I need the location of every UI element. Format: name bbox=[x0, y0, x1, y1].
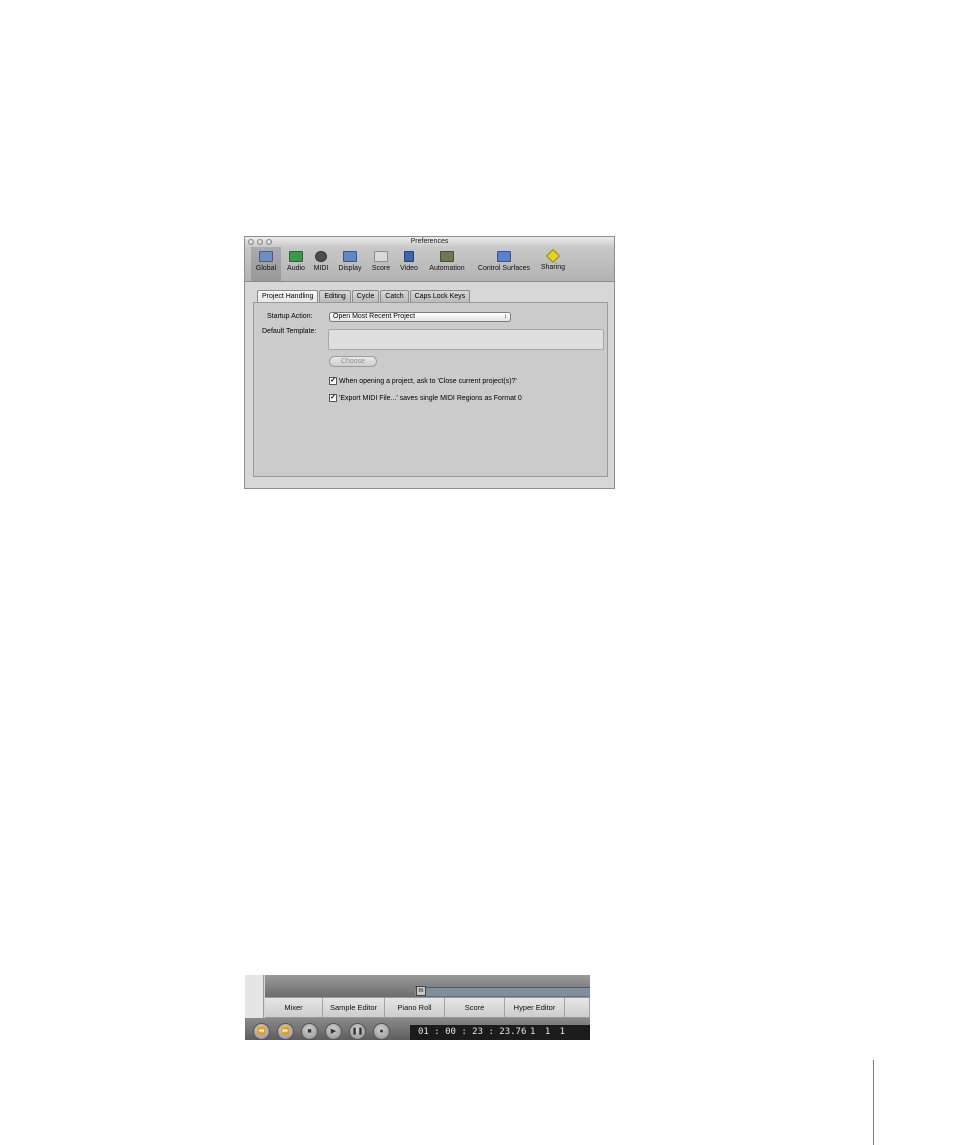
toolbar-label: Automation bbox=[429, 265, 465, 272]
close-current-project-label: When opening a project, ask to 'Close cu… bbox=[339, 377, 517, 385]
tab-editing[interactable]: Editing bbox=[319, 290, 351, 302]
toolbar-midi[interactable]: MIDI bbox=[311, 247, 331, 281]
default-template-field[interactable] bbox=[328, 329, 604, 350]
project-handling-panel: Startup Action: Open Most Recent Project… bbox=[253, 302, 608, 477]
audio-icon bbox=[289, 251, 303, 262]
toolbar-label: Control Surfaces bbox=[477, 265, 531, 272]
hyper-editor-button[interactable]: Hyper Editor bbox=[505, 998, 565, 1017]
window-title: Preferences bbox=[410, 238, 449, 245]
preferences-tabs: Project Handling Editing Cycle Catch Cap… bbox=[257, 290, 471, 302]
toolbar-automation[interactable]: Automation bbox=[425, 247, 469, 281]
left-edge bbox=[245, 975, 264, 1020]
tab-cycle[interactable]: Cycle bbox=[351, 290, 380, 302]
editor-buttons: Mixer Sample Editor Piano Roll Score Hyp… bbox=[265, 997, 590, 1018]
midi-icon bbox=[315, 251, 327, 262]
toolbar-label: Score bbox=[371, 265, 391, 272]
playhead-marker[interactable]: m bbox=[416, 986, 426, 996]
lcd-display: 01 : 00 : 23 : 23.76 1 1 1 bbox=[410, 1025, 590, 1040]
startup-action-popup[interactable]: Open Most Recent Project ↕ bbox=[329, 312, 511, 322]
toolbar-label: Video bbox=[400, 265, 418, 272]
toolbar-display[interactable]: Display bbox=[335, 247, 365, 281]
export-midi-label: 'Export MIDI File...' saves single MIDI … bbox=[339, 394, 522, 402]
rewind-button[interactable]: ⏪ bbox=[253, 1023, 270, 1040]
editor-spacer bbox=[565, 998, 590, 1017]
toolbar-sharing[interactable]: Sharing bbox=[537, 247, 569, 281]
tab-catch[interactable]: Catch bbox=[380, 290, 409, 302]
toolbar-label: Audio bbox=[287, 265, 305, 272]
global-icon bbox=[259, 251, 273, 262]
transport-controls: ⏪ ⏩ ■ ▶ ❚❚ ● 01 : 00 : 23 : 23.76 1 1 1 bbox=[245, 1018, 590, 1040]
toolbar-label: MIDI bbox=[313, 265, 329, 272]
play-button[interactable]: ▶ bbox=[325, 1023, 342, 1040]
toolbar-label: Display bbox=[338, 265, 362, 272]
piano-roll-button[interactable]: Piano Roll bbox=[385, 998, 445, 1017]
startup-action-label: Startup Action: bbox=[267, 313, 313, 320]
score-button[interactable]: Score bbox=[445, 998, 505, 1017]
startup-action-value: Open Most Recent Project bbox=[333, 313, 416, 320]
toolbar-label: Global bbox=[255, 265, 277, 272]
smpte-time-display: 01 : 00 : 23 : 23.76 bbox=[418, 1027, 527, 1037]
preferences-window: Preferences Global Audio MIDI Display Sc… bbox=[244, 236, 615, 489]
toolbar-score[interactable]: Score bbox=[369, 247, 393, 281]
sharing-icon bbox=[545, 248, 561, 264]
preferences-toolbar: Global Audio MIDI Display Score Video Au… bbox=[245, 247, 614, 282]
control-surfaces-icon bbox=[497, 251, 511, 262]
toolbar-audio[interactable]: Audio bbox=[283, 247, 309, 281]
toolbar-control-surfaces[interactable]: Control Surfaces bbox=[473, 247, 535, 281]
default-template-label: Default Template: bbox=[262, 328, 317, 335]
video-icon bbox=[404, 251, 414, 262]
tab-caps-lock-keys[interactable]: Caps Lock Keys bbox=[409, 290, 471, 302]
automation-icon bbox=[440, 251, 454, 262]
pause-button[interactable]: ❚❚ bbox=[349, 1023, 366, 1040]
tab-project-handling[interactable]: Project Handling bbox=[257, 290, 319, 302]
arrange-area: m bbox=[265, 975, 590, 997]
export-midi-option[interactable]: ✓ 'Export MIDI File...' saves single MID… bbox=[329, 394, 522, 402]
popup-arrows-icon: ↕ bbox=[504, 314, 507, 320]
transport-bar-screenshot: m Mixer Sample Editor Piano Roll Score H… bbox=[245, 975, 590, 1040]
sample-editor-button[interactable]: Sample Editor bbox=[323, 998, 385, 1017]
page-margin-rule bbox=[873, 1060, 874, 1145]
close-current-project-checkbox[interactable]: ✓ bbox=[329, 377, 337, 385]
display-icon bbox=[343, 251, 357, 262]
toolbar-video[interactable]: Video bbox=[397, 247, 421, 281]
close-current-project-option[interactable]: ✓ When opening a project, ask to 'Close … bbox=[329, 377, 517, 385]
timeline-track bbox=[415, 987, 590, 996]
score-icon bbox=[374, 251, 388, 262]
choose-button[interactable]: Choose bbox=[329, 356, 377, 367]
bar-position-display: 1 1 1 bbox=[530, 1027, 568, 1037]
stop-button[interactable]: ■ bbox=[301, 1023, 318, 1040]
mixer-button[interactable]: Mixer bbox=[265, 998, 323, 1017]
forward-button[interactable]: ⏩ bbox=[277, 1023, 294, 1040]
toolbar-label: Sharing bbox=[540, 264, 566, 271]
title-bar: Preferences bbox=[245, 237, 614, 247]
record-button[interactable]: ● bbox=[373, 1023, 390, 1040]
export-midi-checkbox[interactable]: ✓ bbox=[329, 394, 337, 402]
toolbar-global[interactable]: Global bbox=[251, 247, 281, 281]
